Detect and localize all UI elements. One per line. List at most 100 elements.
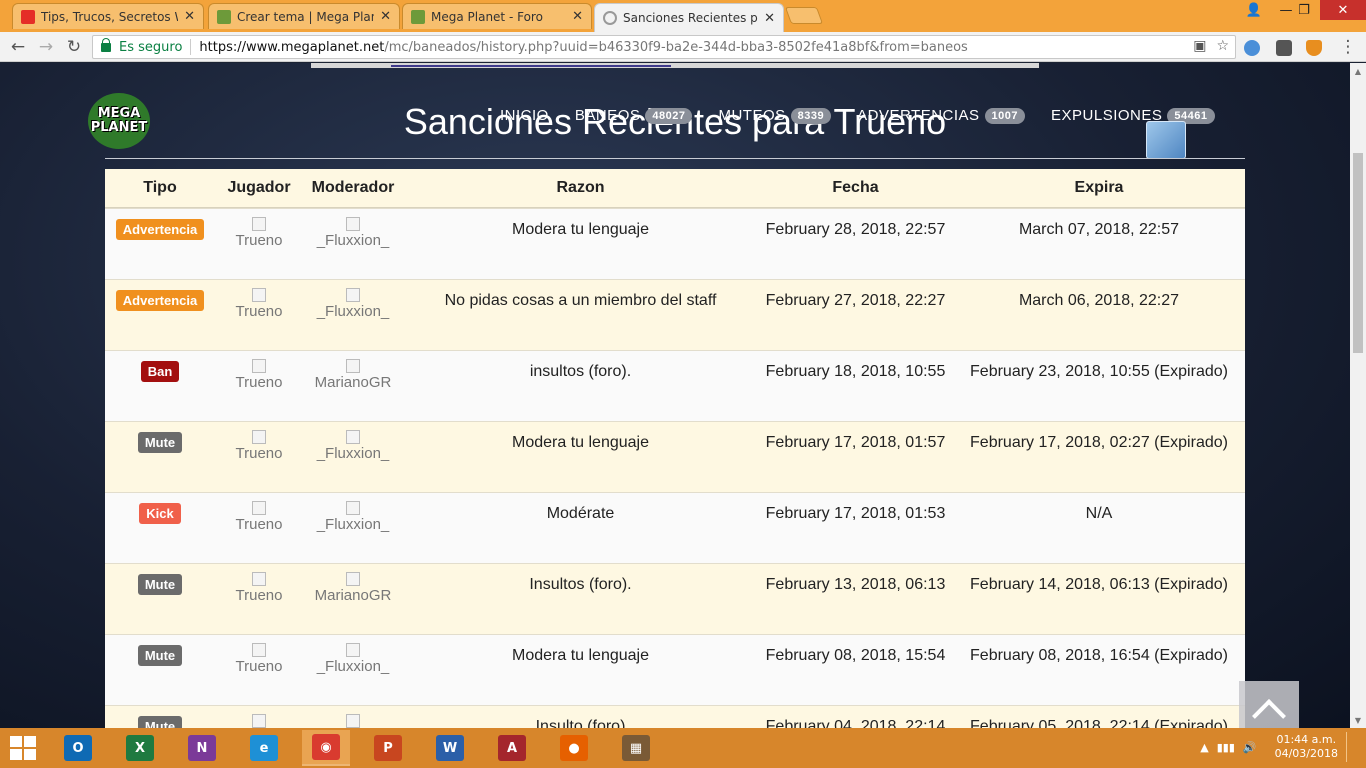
- reason-cell: Insulto (foro): [535, 718, 626, 728]
- moderator-name[interactable]: _Fluxxion_: [303, 302, 403, 322]
- browser-tab[interactable]: Mega Planet - Foro ✕: [402, 3, 592, 29]
- player-name[interactable]: Trueno: [215, 231, 303, 251]
- wave-theme-icon[interactable]: [1146, 121, 1186, 159]
- taskbar-outlook-icon[interactable]: O: [54, 730, 102, 766]
- date-cell: February 17, 2018, 01:57: [765, 434, 946, 451]
- sanction-type-badge: Mute: [137, 645, 183, 666]
- tab-title: Tips, Trucos, Secretos Wi: [41, 9, 179, 24]
- moderator-avatar-icon: [346, 501, 360, 515]
- moderator-avatar-icon: [346, 217, 360, 231]
- browser-tab-active[interactable]: Sanciones Recientes para ✕: [594, 3, 784, 32]
- page-scrollbar[interactable]: ▲ ▼: [1350, 63, 1366, 728]
- windows-start-icon[interactable]: [10, 736, 36, 760]
- moderator-name[interactable]: MarianoGR: [303, 586, 403, 606]
- secure-label[interactable]: Es seguro: [119, 40, 182, 55]
- player-name[interactable]: Trueno: [215, 657, 303, 677]
- player-name[interactable]: Trueno: [215, 444, 303, 464]
- reason-cell: Modera tu lenguaje: [512, 434, 649, 451]
- close-tab-icon[interactable]: ✕: [764, 11, 775, 26]
- sanctions-table: Tipo Jugador Moderador Razon Fecha Expir…: [105, 169, 1245, 728]
- player-avatar-icon: [252, 714, 266, 728]
- date-cell: February 08, 2018, 15:54: [765, 647, 946, 664]
- player-name[interactable]: Trueno: [215, 373, 303, 393]
- nav-baneos[interactable]: BANEOS 48027: [575, 107, 693, 124]
- taskbar-onenote-icon[interactable]: N: [178, 730, 226, 766]
- system-tray: ▲ ▮▮▮ 🔊 01:44 a.m. 04/03/2018: [1200, 732, 1356, 762]
- sanction-type-badge: Advertencia: [115, 219, 205, 240]
- nav-inicio[interactable]: INICIO: [500, 107, 549, 124]
- sanction-type-badge: Mute: [137, 716, 183, 728]
- tray-chevron-icon[interactable]: ▲: [1200, 741, 1208, 754]
- back-to-top-button[interactable]: [1239, 681, 1299, 728]
- taskbar-minecraft-icon[interactable]: ▦: [612, 730, 660, 766]
- moderator-name[interactable]: _Fluxxion_: [303, 657, 403, 677]
- close-tab-icon[interactable]: ✕: [380, 9, 391, 24]
- network-icon[interactable]: ▮▮▮: [1217, 741, 1235, 754]
- new-tab-button[interactable]: [784, 7, 824, 24]
- shield-extension-icon[interactable]: [1306, 40, 1322, 56]
- close-tab-icon[interactable]: ✕: [572, 9, 583, 24]
- reload-icon[interactable]: ↻: [64, 37, 84, 57]
- close-tab-icon[interactable]: ✕: [184, 9, 195, 24]
- taskbar-chrome-icon[interactable]: ◉: [302, 730, 350, 766]
- loading-icon: [603, 11, 617, 25]
- nav-expulsiones[interactable]: EXPULSIONES 54461: [1051, 107, 1215, 124]
- taskbar-internet-explorer-icon[interactable]: e: [240, 730, 288, 766]
- reason-cell: insultos (foro).: [529, 363, 632, 380]
- clock[interactable]: 01:44 a.m. 04/03/2018: [1275, 733, 1338, 761]
- player-name[interactable]: Trueno: [215, 302, 303, 322]
- user-profile-icon[interactable]: 👤: [1240, 0, 1268, 20]
- megaplanet-logo[interactable]: MEGA PLANET: [88, 93, 150, 149]
- table-header: Tipo Jugador Moderador Razon Fecha Expir…: [105, 169, 1245, 208]
- forward-icon[interactable]: →: [36, 37, 56, 57]
- sanction-type-badge: Ban: [140, 361, 180, 382]
- scroll-thumb[interactable]: [1353, 153, 1363, 353]
- taskbar-firefox-icon[interactable]: ●: [550, 730, 598, 766]
- bookmark-star-icon[interactable]: ☆: [1216, 38, 1229, 54]
- sanction-type-badge: Kick: [139, 503, 181, 524]
- moderator-name[interactable]: _Fluxxion_: [303, 515, 403, 535]
- scroll-up-icon[interactable]: ▲: [1350, 63, 1366, 79]
- moderator-name[interactable]: MarianoGR: [303, 373, 403, 393]
- maximize-icon[interactable]: ❐: [1290, 0, 1318, 20]
- date-cell: February 27, 2018, 22:27: [765, 292, 946, 309]
- moderator-avatar-icon: [346, 430, 360, 444]
- browser-tab-strip: Tips, Trucos, Secretos Wi ✕ Crear tema |…: [0, 0, 1366, 32]
- taskbar-powerpoint-icon[interactable]: P: [364, 730, 412, 766]
- table-row: Mute Trueno _Fluxxion_ Modera tu lenguaje Fe…: [105, 634, 1245, 705]
- nav-muteos[interactable]: MUTEOS 8339: [718, 107, 832, 124]
- moderator-name[interactable]: _Fluxxion_: [303, 231, 403, 251]
- menu-icon[interactable]: ⋮: [1338, 37, 1358, 57]
- taskbar-excel-icon[interactable]: X: [116, 730, 164, 766]
- moderator-avatar-icon: [346, 572, 360, 586]
- player-name[interactable]: Trueno: [215, 586, 303, 606]
- nav-advertencias[interactable]: ADVERTENCIAS 1007: [857, 107, 1026, 124]
- reason-cell: Modera tu lenguaje: [512, 647, 649, 664]
- browser-tab[interactable]: Crear tema | Mega Planet ✕: [208, 3, 400, 29]
- address-bar[interactable]: Es seguro https://www.megaplanet.net/mc/…: [92, 35, 1236, 59]
- volume-icon[interactable]: 🔊: [1243, 741, 1257, 754]
- table-row: Mute Trueno _Fluxxion_ Modera tu lenguaje Fe…: [105, 421, 1245, 492]
- site-settings-icon[interactable]: ▣: [1193, 38, 1206, 54]
- moderator-avatar-icon: [346, 643, 360, 657]
- expires-cell: February 08, 2018, 16:54 (Expirado): [970, 647, 1228, 664]
- count-badge: 1007: [984, 107, 1026, 124]
- expires-cell: February 23, 2018, 10:55 (Expirado): [970, 363, 1228, 380]
- scroll-down-icon[interactable]: ▼: [1350, 712, 1366, 728]
- browser-tab[interactable]: Tips, Trucos, Secretos Wi ✕: [12, 3, 204, 29]
- player-avatar-icon: [252, 359, 266, 373]
- taskbar-access-icon[interactable]: A: [488, 730, 536, 766]
- date-cell: February 13, 2018, 06:13: [765, 576, 946, 593]
- back-icon[interactable]: ←: [8, 37, 28, 57]
- player-name[interactable]: Trueno: [215, 515, 303, 535]
- puzzle-extension-icon[interactable]: [1276, 40, 1292, 56]
- moderator-name[interactable]: _Fluxxion_: [303, 444, 403, 464]
- extension-icon[interactable]: [1244, 40, 1260, 56]
- count-badge: 8339: [790, 107, 832, 124]
- taskbar-word-icon[interactable]: W: [426, 730, 474, 766]
- youtube-icon: [21, 9, 35, 24]
- close-window-icon[interactable]: ✕: [1320, 0, 1366, 20]
- expires-cell: February 17, 2018, 02:27 (Expirado): [970, 434, 1228, 451]
- show-desktop-button[interactable]: [1346, 732, 1356, 762]
- clock-date: 04/03/2018: [1274, 747, 1338, 760]
